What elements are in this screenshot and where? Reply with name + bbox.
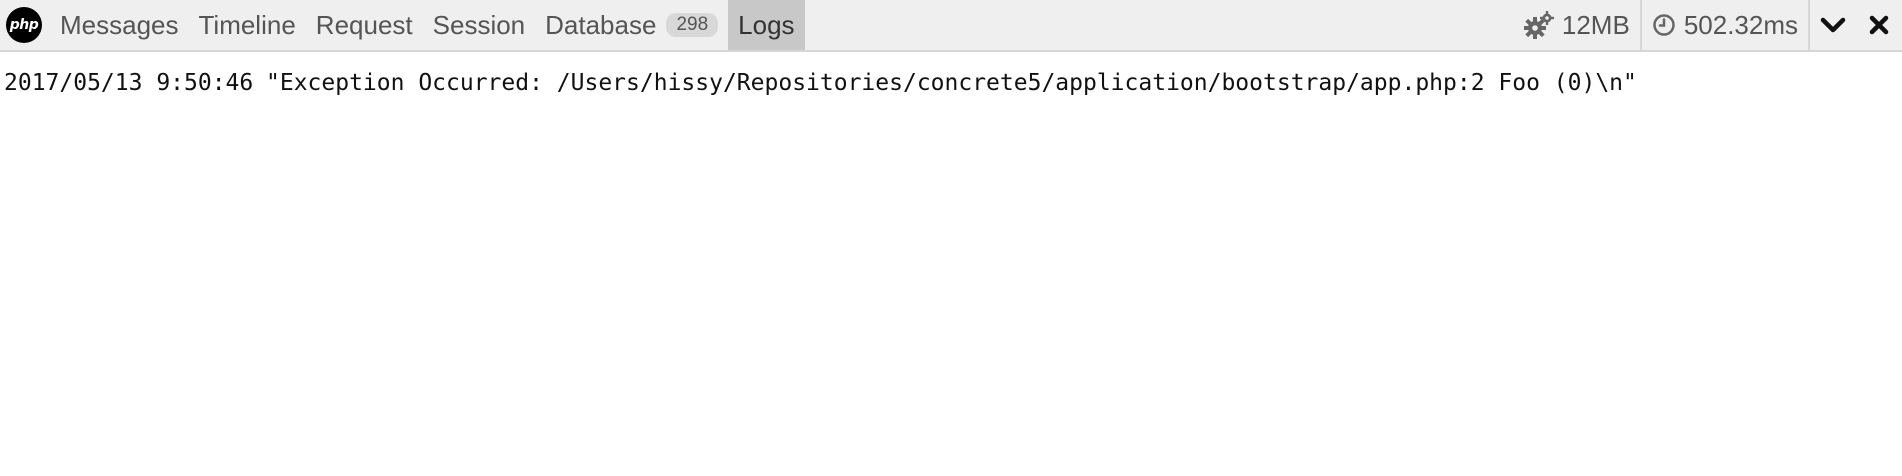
tab-logs[interactable]: Logs (728, 0, 805, 50)
memory-usage: 12MB (1514, 0, 1640, 50)
gears-icon (1523, 11, 1554, 39)
tab-request[interactable]: Request (306, 0, 423, 50)
php-logo-label: php (9, 17, 39, 33)
tab-messages-label: Messages (60, 9, 179, 40)
minimize-button[interactable] (1810, 0, 1856, 50)
tab-database[interactable]: Database 298 (535, 0, 728, 50)
tab-logs-label: Logs (738, 9, 795, 40)
tab-session[interactable]: Session (423, 0, 536, 50)
tab-request-label: Request (315, 9, 413, 40)
log-message: "Exception Occurred: /Users/hissy/Reposi… (266, 70, 1637, 96)
tab-messages[interactable]: Messages (50, 0, 189, 50)
tab-session-label: Session (432, 9, 526, 40)
debugbar-toolbar: php Messages Timeline Request Session Da… (0, 0, 1902, 52)
memory-value: 12MB (1561, 9, 1630, 40)
chevron-down-icon (1820, 17, 1846, 33)
duration-value: 502.32ms (1683, 9, 1798, 40)
tab-timeline[interactable]: Timeline (189, 0, 306, 50)
log-entry: 2017/05/13 9:50:46 "Exception Occurred: … (0, 70, 1637, 96)
tab-database-label: Database (545, 9, 657, 40)
close-icon (1869, 15, 1889, 35)
close-button[interactable] (1856, 0, 1902, 50)
tab-timeline-label: Timeline (198, 9, 296, 40)
php-logo[interactable]: php (6, 7, 42, 43)
database-count-badge: 298 (666, 13, 719, 37)
clock-icon (1653, 14, 1675, 36)
request-duration: 502.32ms (1642, 0, 1808, 50)
log-timestamp: 2017/05/13 9:50:46 (4, 70, 254, 96)
